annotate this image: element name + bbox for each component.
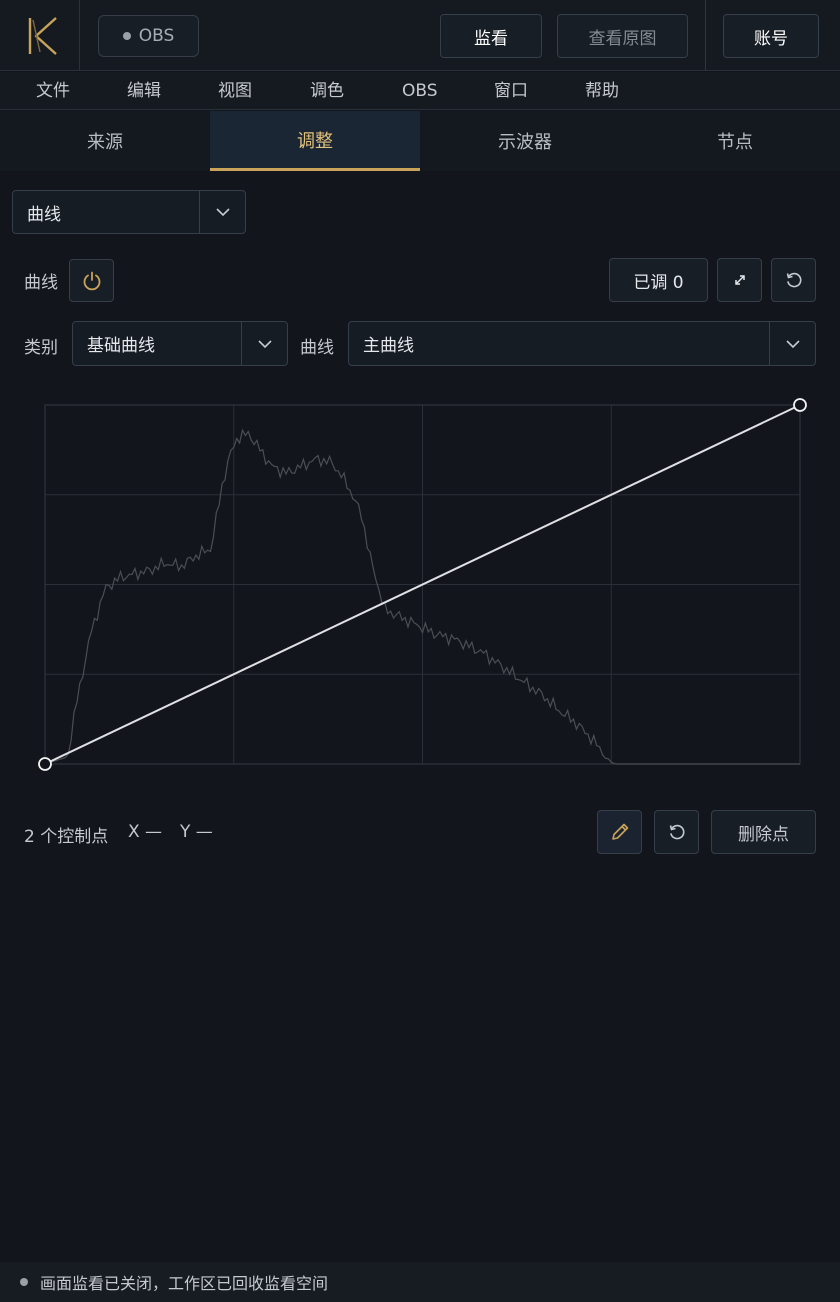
y-readout: Y — bbox=[180, 822, 213, 842]
top-bar: OBS 监看 查看原图 账号 bbox=[0, 0, 840, 71]
tab-adjust-label: 调整 bbox=[297, 130, 333, 152]
curve-enable-label: 曲线 bbox=[24, 273, 58, 293]
menu-help[interactable]: 帮助 bbox=[585, 72, 619, 110]
reset-curve-button[interactable] bbox=[771, 258, 816, 302]
pencil-icon bbox=[611, 823, 628, 840]
account-button[interactable]: 账号 bbox=[723, 14, 819, 58]
expand-button[interactable] bbox=[717, 258, 762, 302]
tool-select[interactable]: 曲线 bbox=[12, 190, 246, 234]
obs-status-dot bbox=[122, 32, 131, 40]
tab-scopes-label: 示波器 bbox=[498, 132, 552, 153]
category-select-value: 基础曲线 bbox=[87, 336, 155, 356]
menu-bar: 文件 编辑 视图 调色 OBS 窗口 帮助 bbox=[0, 72, 840, 110]
curve-editor[interactable] bbox=[0, 390, 840, 782]
menu-edit[interactable]: 编辑 bbox=[127, 72, 161, 110]
tab-nodes-label: 节点 bbox=[717, 132, 753, 153]
header-divider bbox=[705, 0, 706, 71]
status-message: 画面监看已关闭，工作区已回收监看空间 bbox=[40, 1274, 329, 1293]
tab-adjust[interactable]: 调整 bbox=[210, 111, 420, 171]
menu-window[interactable]: 窗口 bbox=[494, 72, 528, 110]
obs-label: OBS bbox=[138, 26, 175, 46]
view-original-button[interactable]: 查看原图 bbox=[557, 14, 688, 58]
menu-file[interactable]: 文件 bbox=[36, 72, 70, 110]
account-button-label: 账号 bbox=[754, 28, 788, 49]
monitor-button-label: 监看 bbox=[474, 28, 508, 49]
menu-color[interactable]: 调色 bbox=[310, 72, 344, 110]
curve-control-point[interactable] bbox=[38, 757, 52, 771]
tab-source[interactable]: 来源 bbox=[0, 111, 210, 171]
delete-point-button[interactable]: 删除点 bbox=[711, 810, 816, 854]
curve-channel-select[interactable]: 主曲线 bbox=[348, 321, 816, 366]
tab-source-label: 来源 bbox=[87, 132, 123, 153]
tab-scopes[interactable]: 示波器 bbox=[420, 111, 630, 171]
panel-tabs: 来源 调整 示波器 节点 bbox=[0, 111, 840, 171]
adjusted-count-label: 已调 0 bbox=[633, 272, 684, 293]
chevron-down-icon bbox=[241, 322, 287, 365]
category-select[interactable]: 基础曲线 bbox=[72, 321, 288, 366]
view-original-button-label: 查看原图 bbox=[588, 28, 657, 49]
draw-mode-button[interactable] bbox=[597, 810, 642, 854]
delete-point-label: 删除点 bbox=[738, 824, 789, 845]
power-icon bbox=[83, 271, 100, 290]
chevron-down-icon bbox=[199, 191, 245, 233]
curve-power-toggle[interactable] bbox=[69, 259, 114, 302]
control-points-count: 2 个控制点 bbox=[24, 827, 109, 847]
chevron-down-icon bbox=[769, 322, 815, 365]
adjusted-count-button[interactable]: 已调 0 bbox=[609, 258, 708, 302]
app-logo bbox=[0, 0, 80, 71]
tool-select-value: 曲线 bbox=[27, 204, 61, 225]
reset-icon bbox=[786, 272, 801, 288]
menu-obs[interactable]: OBS bbox=[402, 72, 438, 110]
curve-control-point[interactable] bbox=[793, 398, 807, 412]
x-readout: X — bbox=[128, 822, 163, 842]
menu-view[interactable]: 视图 bbox=[218, 72, 252, 110]
status-dot bbox=[20, 1278, 28, 1286]
monitor-button[interactable]: 监看 bbox=[440, 14, 542, 58]
status-bar: 画面监看已关闭，工作区已回收监看空间 bbox=[0, 1262, 840, 1302]
expand-icon bbox=[734, 275, 745, 285]
tab-nodes[interactable]: 节点 bbox=[630, 111, 840, 171]
logo-icon bbox=[28, 17, 57, 55]
reset-icon bbox=[669, 824, 684, 840]
reset-points-button[interactable] bbox=[654, 810, 699, 854]
curve-channel-label: 曲线 bbox=[300, 338, 334, 358]
obs-status-pill[interactable]: OBS bbox=[98, 15, 199, 57]
curve-channel-select-value: 主曲线 bbox=[363, 336, 414, 356]
category-label: 类别 bbox=[24, 338, 58, 358]
